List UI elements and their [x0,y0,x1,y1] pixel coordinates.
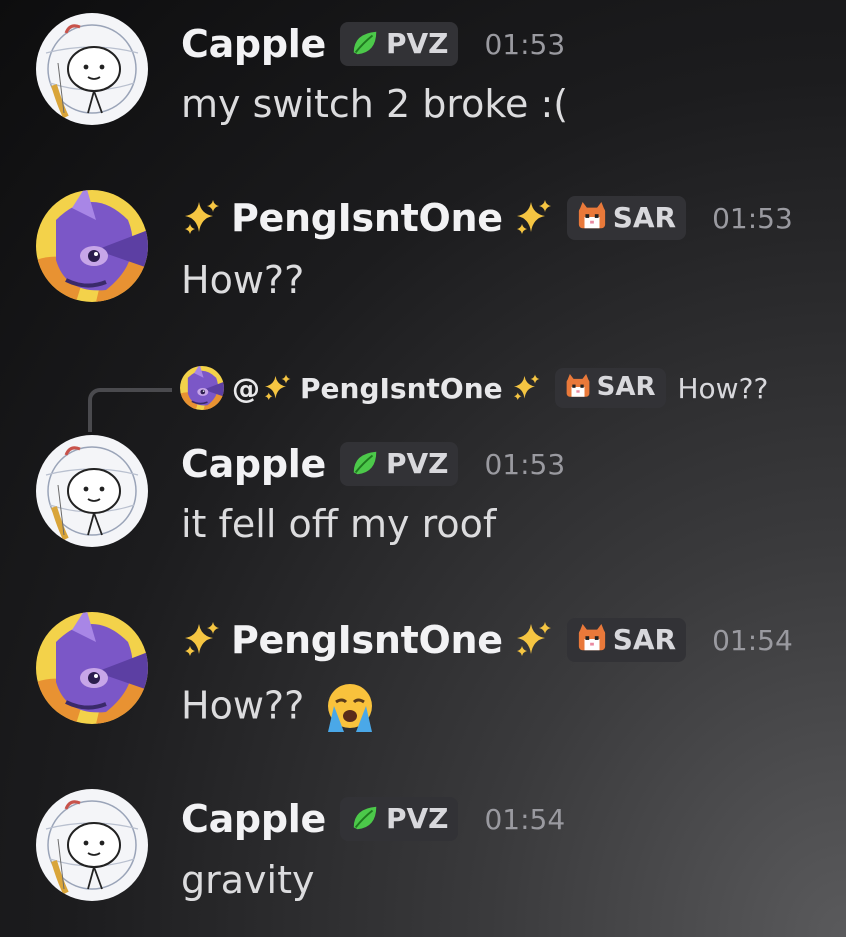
sparkles-icon [511,373,541,403]
loudly-crying-face-emoji [328,684,373,732]
timestamp: 01:53 [484,27,566,61]
cat-icon [565,374,591,400]
cat-icon [577,624,607,654]
reply-preview[interactable]: @ PengIsntOne SAR How?? [180,366,768,410]
guild-tag[interactable]: SAR [566,618,687,662]
avatar[interactable] [36,435,148,547]
avatar[interactable] [36,190,148,302]
timestamp: 01:53 [712,201,793,235]
leaf-icon [350,803,380,833]
sparkles-icon [513,198,553,238]
author-name[interactable]: PengIsntOne [231,618,503,662]
reply-connector [88,388,172,432]
reply-author: PengIsntOne [300,371,503,405]
sparkles-icon [181,620,221,660]
guild-tag[interactable]: PVZ [339,797,459,841]
sparkles-icon [262,373,292,403]
avatar[interactable] [36,612,148,724]
leaf-icon [350,448,380,478]
avatar[interactable] [36,13,148,125]
reply-text: How?? [677,371,769,405]
sparkles-icon [181,198,221,238]
tag-label: SAR [612,200,677,234]
leaf-icon [350,28,380,58]
author-name[interactable]: Capple [181,22,326,66]
guild-tag[interactable]: SAR [566,196,687,240]
timestamp: 01:54 [484,802,566,836]
reply-mention: @ [232,371,260,405]
avatar[interactable] [36,789,148,901]
message-text: my switch 2 broke :( [181,82,569,126]
timestamp: 01:54 [712,623,793,657]
reply-avatar [180,366,224,410]
author-name[interactable]: Capple [181,442,326,486]
message-text: How?? [181,258,305,302]
tag-label: PVZ [385,801,449,835]
tag-label: PVZ [385,446,449,480]
author-name[interactable]: Capple [181,797,326,841]
guild-tag[interactable]: PVZ [339,22,459,66]
sparkles-icon [513,620,553,660]
message-text: How?? [181,683,305,728]
tag-label: PVZ [385,26,449,60]
cat-icon [577,202,607,232]
tag-label: SAR [612,622,677,656]
message-text: it fell off my roof [181,502,497,546]
timestamp: 01:53 [484,447,566,481]
tag-label: SAR [596,372,656,402]
guild-tag[interactable]: PVZ [339,442,459,486]
message-text: gravity [181,858,315,902]
author-name[interactable]: PengIsntOne [231,196,503,240]
guild-tag: SAR [554,368,666,408]
